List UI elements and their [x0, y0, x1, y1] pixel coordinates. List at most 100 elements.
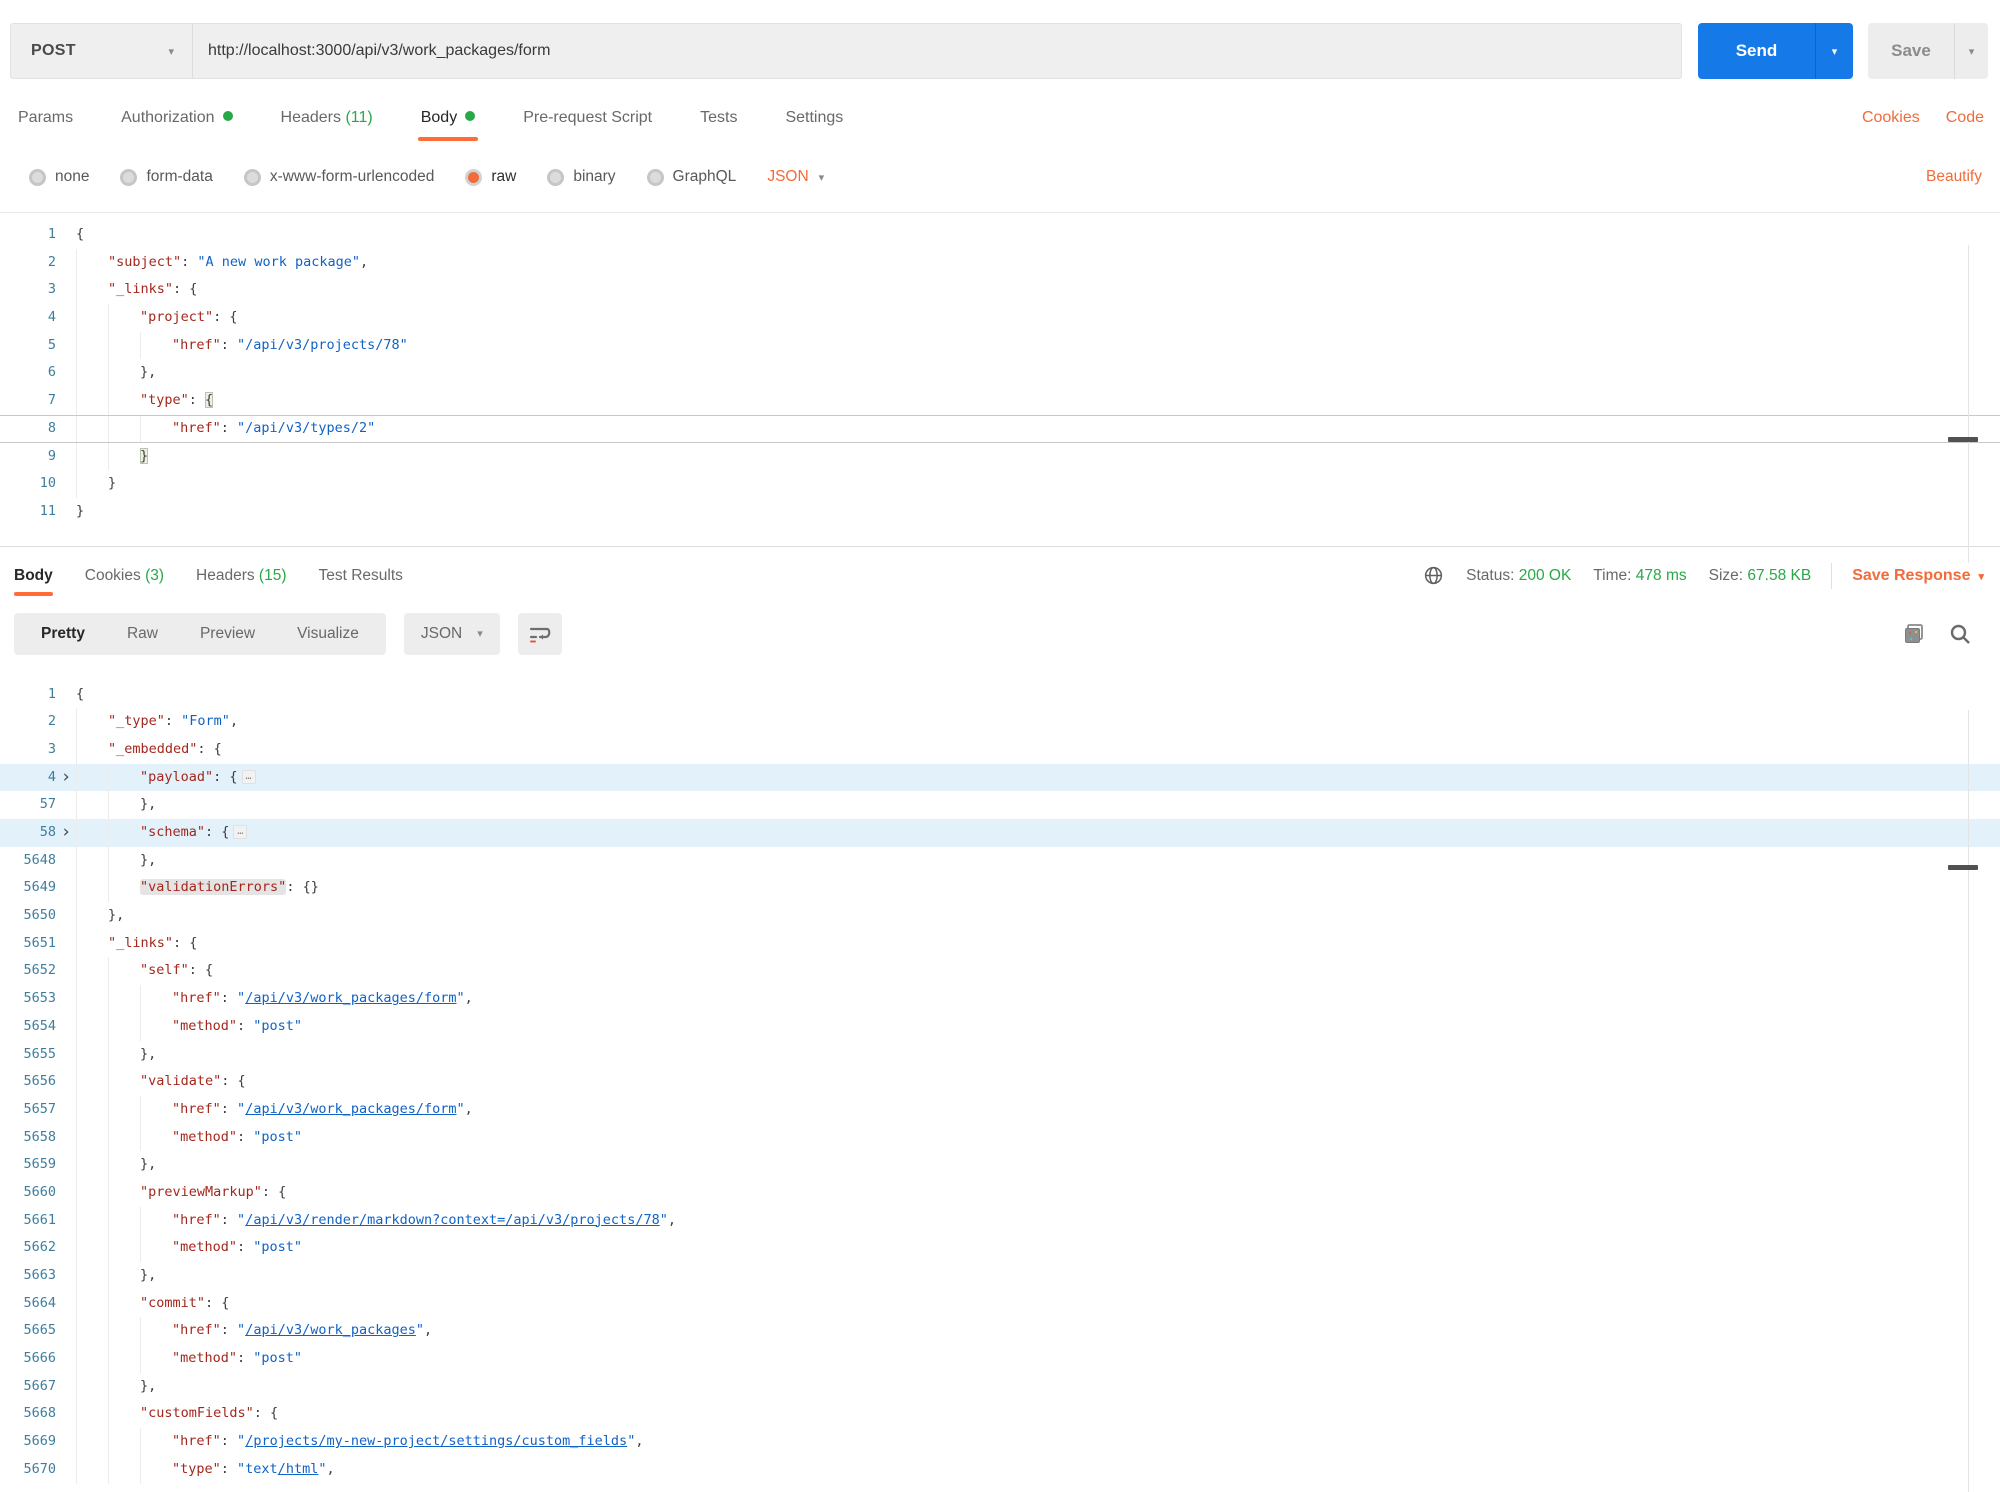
- raw-language-select[interactable]: JSON: [767, 168, 808, 186]
- response-tab-cookies[interactable]: Cookies (3): [85, 547, 164, 605]
- json-link[interactable]: /api/v3/work_packages/form: [245, 1101, 456, 1117]
- response-body-viewer[interactable]: 1{2"_type": "Form",3"_embedded": {4›"pay…: [0, 681, 2000, 1484]
- time-label: Time:: [1593, 567, 1631, 584]
- size-label: Size:: [1709, 567, 1743, 584]
- mode-graphql[interactable]: GraphQL: [647, 168, 737, 186]
- fold-gutter: [56, 736, 76, 764]
- code-token: : {: [254, 1405, 278, 1421]
- tab-headers-label: Headers: [281, 109, 341, 126]
- code-content: "customFields": {: [76, 1400, 278, 1428]
- indent-guide: [76, 1290, 108, 1318]
- url-input[interactable]: http://localhost:3000/api/v3/work_packag…: [193, 24, 1681, 78]
- code-content: "method": "post": [76, 1345, 302, 1373]
- copy-response-button[interactable]: [1902, 622, 1926, 646]
- code-line: 2"subject": "A new work package",: [0, 249, 2000, 277]
- tab-settings[interactable]: Settings: [785, 109, 843, 141]
- code-link[interactable]: Code: [1946, 109, 1984, 127]
- send-options-button[interactable]: ▾: [1815, 23, 1853, 79]
- chevron-down-icon[interactable]: ▾: [819, 171, 825, 184]
- code-token: ": [660, 1212, 668, 1228]
- body-mode-row: none form-data x-www-form-urlencoded raw…: [0, 157, 2000, 197]
- save-options-button[interactable]: ▾: [1954, 23, 1988, 79]
- view-preview[interactable]: Preview: [179, 625, 276, 643]
- indent-guide: [108, 304, 140, 332]
- code-token: : {: [173, 935, 197, 951]
- code-line: 1{: [0, 681, 2000, 709]
- fold-gutter: [56, 1456, 76, 1484]
- mode-form-data[interactable]: form-data: [120, 168, 212, 186]
- collapsed-ellipsis[interactable]: …: [242, 770, 256, 784]
- mode-raw[interactable]: raw: [465, 168, 516, 186]
- view-raw[interactable]: Raw: [106, 625, 179, 643]
- json-link[interactable]: /api/v3/render/markdown?context=/api/v3/…: [245, 1212, 660, 1228]
- line-number: 5670: [0, 1456, 56, 1484]
- indent-guide: [140, 1234, 172, 1262]
- fold-chevron-icon[interactable]: ›: [56, 819, 76, 847]
- code-content: "_embedded": {: [76, 736, 222, 764]
- fold-gutter: [56, 1041, 76, 1069]
- url-group: POST ▾ http://localhost:3000/api/v3/work…: [10, 23, 1682, 79]
- beautify-link[interactable]: Beautify: [1926, 168, 1982, 186]
- code-token: : {: [189, 962, 213, 978]
- code-content: "href": "/api/v3/work_packages/form",: [76, 1096, 473, 1124]
- globe-icon[interactable]: [1423, 565, 1444, 586]
- tab-pre-request-script[interactable]: Pre-request Script: [523, 109, 652, 141]
- tab-headers[interactable]: Headers (11): [281, 109, 373, 141]
- json-link[interactable]: /projects/my-new-project/settings/custom…: [245, 1433, 627, 1449]
- json-link[interactable]: /html: [278, 1461, 319, 1477]
- indent-guide: [108, 764, 140, 792]
- send-button[interactable]: Send: [1698, 23, 1815, 79]
- indent-guide: [76, 930, 108, 958]
- view-pretty[interactable]: Pretty: [20, 625, 106, 643]
- code-token: "href": [172, 1322, 221, 1338]
- code-line: 5651"_links": {: [0, 930, 2000, 958]
- line-number: 6: [0, 359, 56, 387]
- size-value: 67.58 KB: [1747, 567, 1811, 584]
- indent-guide: [108, 1013, 140, 1041]
- tab-tests[interactable]: Tests: [700, 109, 737, 141]
- mode-urlencoded[interactable]: x-www-form-urlencoded: [244, 168, 435, 186]
- indent-guide: [76, 1124, 108, 1152]
- request-body-editor[interactable]: 1{2"subject": "A new work package",3"_li…: [0, 212, 2000, 534]
- radio-selected-icon: [465, 169, 482, 186]
- response-tab-body[interactable]: Body: [14, 547, 53, 605]
- line-number: 5657: [0, 1096, 56, 1124]
- indent-guide: [108, 874, 140, 902]
- fold-chevron-icon[interactable]: ›: [56, 764, 76, 792]
- code-token: },: [140, 1046, 156, 1062]
- mode-binary[interactable]: binary: [547, 168, 615, 186]
- response-tab-headers[interactable]: Headers (15): [196, 547, 286, 605]
- search-response-button[interactable]: [1948, 622, 1972, 646]
- save-response-button[interactable]: Save Response▾: [1852, 567, 1984, 585]
- code-content: },: [76, 902, 124, 930]
- mode-none[interactable]: none: [29, 168, 89, 186]
- code-token: "post": [253, 1129, 302, 1145]
- fold-gutter: [56, 304, 76, 332]
- response-language-select[interactable]: JSON ▾: [404, 613, 500, 655]
- method-select[interactable]: POST ▾: [11, 24, 193, 78]
- line-number: 5: [0, 332, 56, 360]
- collapsed-ellipsis[interactable]: …: [233, 825, 247, 839]
- wrap-lines-button[interactable]: [518, 613, 562, 655]
- code-content: "href": "/api/v3/work_packages/form",: [76, 985, 473, 1013]
- tab-authorization[interactable]: Authorization: [121, 109, 232, 141]
- response-tab-test-results[interactable]: Test Results: [319, 547, 403, 605]
- json-link[interactable]: /api/v3/work_packages/form: [245, 990, 456, 1006]
- fold-gutter: [56, 930, 76, 958]
- save-button[interactable]: Save: [1868, 23, 1954, 79]
- code-line: 5670"type": "text/html",: [0, 1456, 2000, 1484]
- code-line: 5668"customFields": {: [0, 1400, 2000, 1428]
- code-line: 5660"previewMarkup": {: [0, 1179, 2000, 1207]
- tab-body[interactable]: Body: [421, 109, 475, 141]
- fold-gutter: [56, 985, 76, 1013]
- cookies-link[interactable]: Cookies: [1862, 109, 1920, 127]
- tab-params[interactable]: Params: [18, 109, 73, 141]
- code-content: "method": "post": [76, 1124, 302, 1152]
- save-response-label: Save Response: [1852, 567, 1970, 584]
- code-content: "schema": {…: [76, 819, 247, 847]
- view-visualize[interactable]: Visualize: [276, 625, 380, 643]
- indent-guide: [140, 1317, 172, 1345]
- json-link[interactable]: /api/v3/work_packages: [245, 1322, 416, 1338]
- code-content: },: [76, 1151, 156, 1179]
- send-button-group: Send ▾: [1698, 23, 1853, 79]
